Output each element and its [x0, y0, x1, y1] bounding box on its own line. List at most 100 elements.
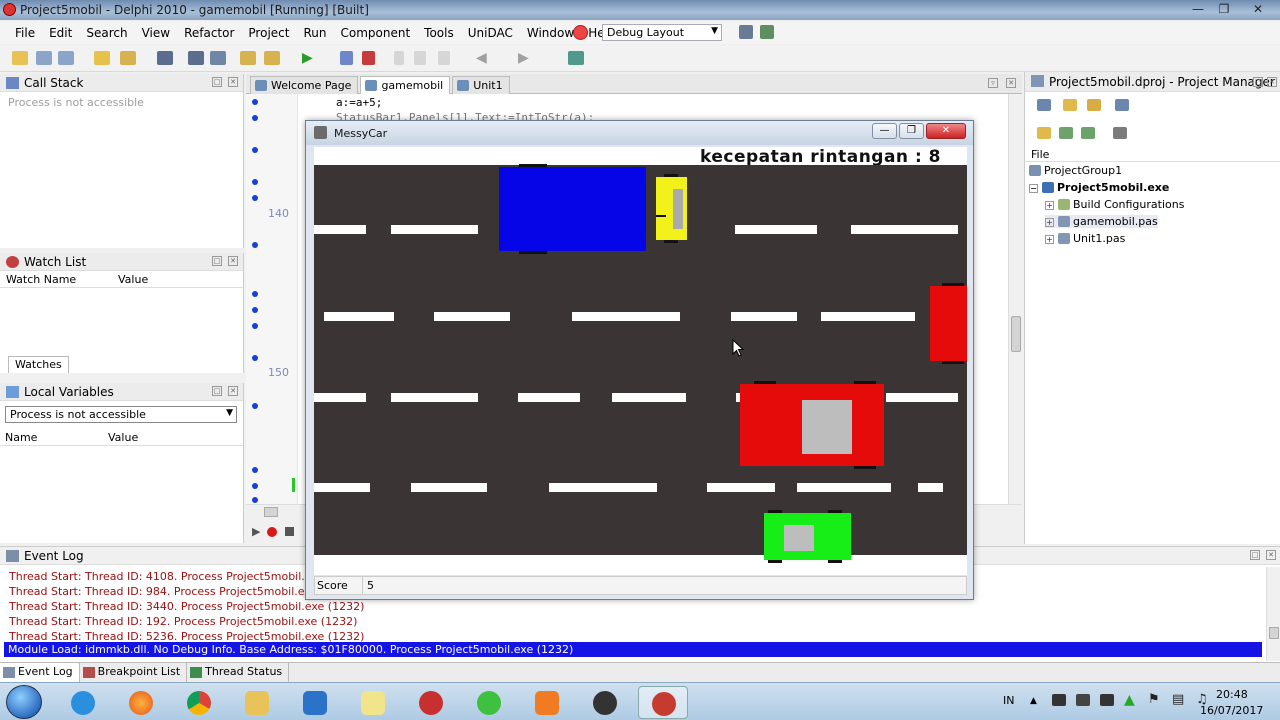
menu-unidac[interactable]: UniDAC: [461, 22, 520, 44]
menu-edit[interactable]: Edit: [42, 22, 79, 44]
activate-icon[interactable]: [1037, 99, 1051, 111]
tree-unit1-pas[interactable]: + Unit1.pas: [1045, 232, 1125, 245]
scroll-thumb[interactable]: [1011, 316, 1021, 352]
taskbar-winrar[interactable]: [406, 686, 456, 719]
taskbar-chrome[interactable]: [174, 686, 224, 719]
menu-tools[interactable]: Tools: [417, 22, 461, 44]
new-project-icon[interactable]: [1063, 99, 1077, 111]
col-watch-name[interactable]: Watch Name: [6, 273, 76, 286]
remove-from-project-icon[interactable]: [264, 51, 280, 65]
clock-date[interactable]: 16/07/2017: [1200, 704, 1263, 717]
tree-build-configurations[interactable]: + Build Configurations: [1045, 198, 1184, 211]
open-project-icon[interactable]: [120, 51, 136, 65]
tree-project[interactable]: − Project5mobil.exe: [1029, 181, 1169, 194]
scroll-thumb[interactable]: [264, 507, 278, 517]
close-icon[interactable]: ✕: [1267, 77, 1277, 87]
step-over-icon[interactable]: [414, 51, 426, 65]
play-macro-icon[interactable]: ▶: [252, 525, 260, 538]
menu-component[interactable]: Component: [333, 22, 417, 44]
maximize-button[interactable]: ❐: [899, 123, 924, 139]
taskbar-xampp[interactable]: [522, 686, 572, 719]
tab-event-log[interactable]: Event Log: [0, 663, 80, 682]
clock-time[interactable]: 20:48: [1216, 688, 1248, 701]
taskbar-explorer[interactable]: [232, 686, 282, 719]
expand-icon[interactable]: +: [1045, 218, 1054, 227]
language-indicator[interactable]: IN: [1003, 694, 1014, 707]
save-icon[interactable]: [157, 51, 173, 65]
taskbar-delphi[interactable]: [638, 686, 688, 719]
options-icon[interactable]: [1081, 127, 1095, 139]
taskbar-firefox[interactable]: [116, 686, 166, 719]
pin-icon[interactable]: □: [1250, 550, 1260, 560]
close-icon[interactable]: ✕: [228, 77, 238, 87]
pin-icon[interactable]: □: [212, 77, 222, 87]
col-name[interactable]: Name: [5, 431, 37, 444]
pin-icon[interactable]: □: [1253, 77, 1263, 87]
pin-icon[interactable]: □: [212, 256, 222, 266]
maximize-button[interactable]: ❐: [1212, 1, 1236, 18]
file-column-header[interactable]: File: [1025, 148, 1280, 162]
tab-list-icon[interactable]: ▿: [988, 78, 998, 88]
desktop-layout-select[interactable]: Debug Layout ▼: [602, 24, 722, 41]
local-variables-dropdown[interactable]: Process is not accessible ▼: [5, 406, 237, 423]
close-button[interactable]: ✕: [926, 123, 966, 139]
action-center-icon[interactable]: ⚑: [1148, 692, 1160, 707]
tab-breakpoint-list[interactable]: Breakpoint List: [80, 663, 188, 682]
network-icon[interactable]: ▤: [1172, 692, 1184, 707]
trace-into-icon[interactable]: [394, 51, 404, 65]
tab-thread-status[interactable]: Thread Status: [187, 663, 290, 682]
add-project-icon[interactable]: [1087, 99, 1101, 111]
taskbar-obs[interactable]: [580, 686, 630, 719]
new-icon[interactable]: [12, 51, 28, 65]
log-line[interactable]: Thread Start: Thread ID: 192. Process Pr…: [9, 615, 357, 628]
set-layout-icon[interactable]: [760, 25, 774, 39]
game-canvas[interactable]: kecepatan rintangan : 8: [314, 147, 967, 575]
tab-unit1[interactable]: Unit1: [452, 76, 510, 94]
col-watch-value[interactable]: Value: [118, 273, 148, 286]
col-value[interactable]: Value: [108, 431, 138, 444]
close-button[interactable]: ✕: [1246, 1, 1270, 18]
tray-icon[interactable]: [1076, 694, 1090, 706]
close-icon[interactable]: ✕: [228, 386, 238, 396]
forward-arrow-icon[interactable]: ▶: [518, 51, 534, 65]
tray-icon[interactable]: [1052, 694, 1066, 706]
expand-icon[interactable]: +: [1045, 235, 1054, 244]
run-to-cursor-icon[interactable]: [438, 51, 450, 65]
menu-search[interactable]: Search: [79, 22, 134, 44]
open-icon[interactable]: [94, 51, 110, 65]
remove-file-icon[interactable]: [1059, 127, 1073, 139]
record-macro-icon[interactable]: [267, 527, 277, 537]
save-layout-icon[interactable]: [739, 25, 753, 39]
tray-icon[interactable]: [1100, 694, 1114, 706]
taskbar-app[interactable]: [290, 686, 340, 719]
close-icon[interactable]: ✕: [1006, 78, 1016, 88]
close-icon[interactable]: ✕: [1266, 550, 1276, 560]
sync-icon[interactable]: [1115, 99, 1129, 111]
new-form-icon[interactable]: [58, 51, 74, 65]
add-to-project-icon[interactable]: [240, 51, 256, 65]
taskbar-ie[interactable]: [58, 686, 108, 719]
view-list-icon[interactable]: [1113, 127, 1127, 139]
help-contents-icon[interactable]: [568, 51, 584, 65]
add-file-icon[interactable]: [1037, 127, 1051, 139]
tree-project-group[interactable]: ProjectGroup1: [1029, 164, 1122, 177]
menu-file[interactable]: File: [8, 22, 42, 44]
menu-refactor[interactable]: Refactor: [177, 22, 241, 44]
tab-gamemobil[interactable]: gamemobil: [360, 76, 451, 94]
minimize-button[interactable]: —: [1186, 1, 1210, 18]
tab-welcome-page[interactable]: Welcome Page: [250, 76, 359, 94]
menu-window[interactable]: Window: [520, 22, 581, 44]
log-line-selected[interactable]: Module Load: idmmkb.dll. No Debug Info. …: [4, 642, 1262, 657]
close-icon[interactable]: ✕: [228, 256, 238, 266]
tree-gamemobil-pas[interactable]: + gamemobil.pas: [1045, 215, 1158, 228]
pause-icon[interactable]: [340, 51, 353, 65]
tab-watches[interactable]: Watches: [8, 356, 69, 373]
menu-run[interactable]: Run: [296, 22, 333, 44]
editor-vscrollbar[interactable]: [1008, 94, 1022, 504]
taskbar-media[interactable]: [464, 686, 514, 719]
taskbar-notes[interactable]: [348, 686, 398, 719]
minimize-button[interactable]: —: [872, 123, 897, 139]
messycar-titlebar[interactable]: MessyCar — ❐ ✕: [306, 121, 973, 145]
menu-view[interactable]: View: [135, 22, 177, 44]
expand-icon[interactable]: +: [1045, 201, 1054, 210]
